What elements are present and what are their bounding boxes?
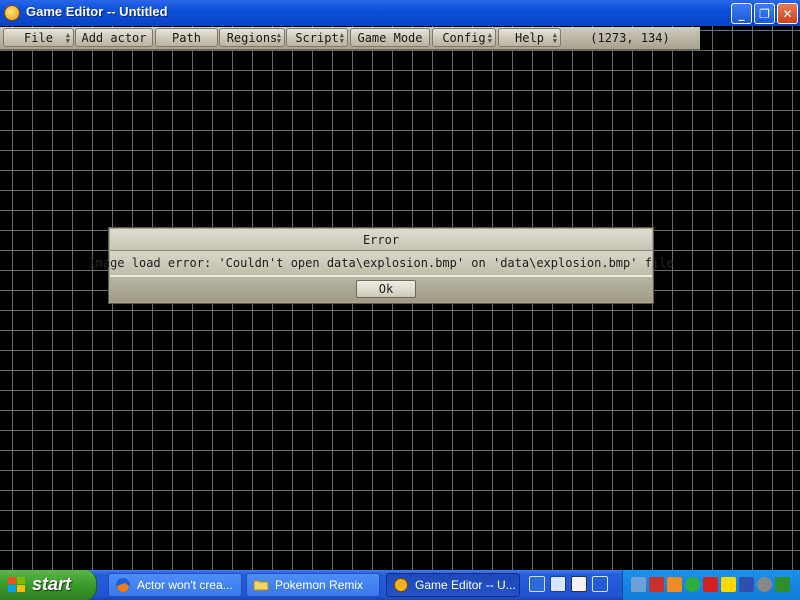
menu-arrow-icon: ▲ ▼ (276, 31, 281, 45)
menu-bar: File ▲ ▼ Add actor Path Regions ▲ ▼ Script… (0, 27, 700, 50)
maximize-icon: ❐ (759, 6, 770, 21)
dialog-title: Error (110, 229, 652, 251)
pen-tool-icon[interactable] (529, 576, 545, 592)
task-actor-wont-create[interactable]: Actor won't crea... (108, 573, 242, 597)
menu-script[interactable]: Script ▲ ▼ (286, 28, 348, 47)
menu-add-actor-label: Add actor (81, 30, 147, 45)
menu-path-label: Path (172, 30, 201, 45)
color-calibration-icon[interactable] (721, 577, 736, 592)
task-label: Actor won't crea... (137, 578, 233, 592)
network-icon[interactable] (631, 577, 646, 592)
task-label: Pokemon Remix (275, 578, 364, 592)
menu-regions[interactable]: Regions ▲ ▼ (219, 28, 285, 47)
menu-arrow-icon: ▲ ▼ (487, 31, 492, 45)
menu-arrow-icon: ▲ ▼ (65, 31, 70, 45)
menu-path[interactable]: Path (155, 28, 218, 47)
game-editor-icon (394, 578, 408, 592)
menu-game-mode[interactable]: Game Mode (350, 28, 430, 47)
close-button[interactable]: ✕ (777, 3, 798, 24)
help-icon[interactable] (571, 576, 587, 592)
title-bar: Game Editor -- Untitled _ ❐ ✕ (0, 0, 800, 26)
task-label: Game Editor -- U... (415, 578, 516, 592)
system-tray (622, 570, 800, 600)
ok-button[interactable]: Ok (356, 280, 416, 298)
tablet-icon[interactable] (550, 576, 566, 592)
start-label: start (32, 574, 72, 594)
task-pokemon-remix[interactable]: Pokemon Remix (246, 573, 380, 597)
close-icon: ✕ (782, 6, 793, 21)
menu-help-label: Help (515, 30, 544, 45)
quick-launch-tray (525, 574, 615, 596)
chevron-down-icon[interactable] (592, 576, 608, 592)
windows-logo-icon (8, 577, 25, 592)
error-dialog: Error Image load error: 'Couldn't open d… (88, 227, 674, 304)
window-title: Game Editor -- Untitled (26, 4, 168, 19)
firefox-icon (116, 578, 130, 592)
taskbar: start Actor won't crea... Pokemon Remix … (0, 570, 800, 600)
game-editor-icon (4, 5, 20, 21)
menu-arrow-icon: ▲ ▼ (552, 31, 557, 45)
menu-regions-label: Regions (226, 30, 278, 45)
volume-icon[interactable] (739, 577, 754, 592)
start-button[interactable]: start (0, 570, 97, 600)
settings-icon[interactable] (757, 577, 772, 592)
antivirus-icon[interactable] (649, 577, 664, 592)
menu-file[interactable]: File ▲ ▼ (3, 28, 74, 47)
minimize-icon: _ (738, 6, 745, 21)
folder-icon (253, 580, 269, 591)
menu-arrow-icon: ▲ ▼ (339, 31, 344, 45)
messenger-icon[interactable] (685, 577, 700, 592)
cursor-coordinates: (1273, 134) (590, 30, 670, 45)
app-tray-icon[interactable] (775, 577, 790, 592)
menu-script-label: Script (295, 30, 339, 45)
menu-file-label: File (24, 30, 53, 45)
dialog-footer: Ok (110, 277, 652, 302)
error-message: Image load error: 'Couldn't open data\ex… (88, 251, 674, 277)
menu-config[interactable]: Config ▲ ▼ (432, 28, 496, 47)
menu-game-mode-label: Game Mode (357, 30, 423, 45)
update-icon[interactable] (667, 577, 682, 592)
menu-help[interactable]: Help ▲ ▼ (498, 28, 561, 47)
minimize-button[interactable]: _ (731, 3, 752, 24)
menu-config-label: Config (442, 30, 486, 45)
maximize-button[interactable]: ❐ (754, 3, 775, 24)
zonealarm-icon[interactable] (703, 577, 718, 592)
task-game-editor[interactable]: Game Editor -- U... (386, 573, 520, 597)
menu-add-actor[interactable]: Add actor (75, 28, 153, 47)
